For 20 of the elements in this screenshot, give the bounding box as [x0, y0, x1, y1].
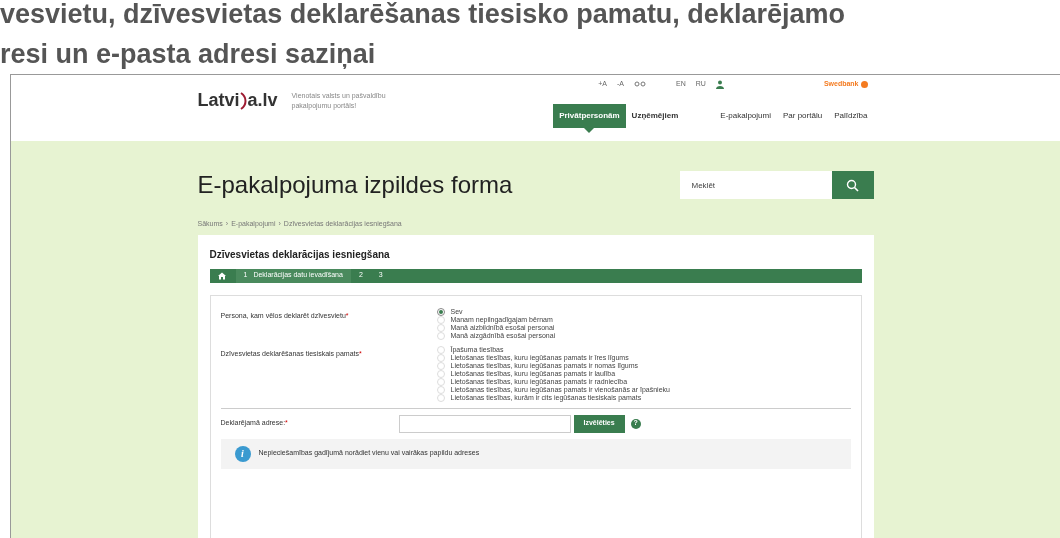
nav-link[interactable]: Palīdzība [828, 103, 874, 128]
article-heading: resi un e-pasta adresi saziņai [0, 38, 376, 71]
pointer-icon [584, 127, 595, 133]
search-icon [846, 178, 859, 192]
nav-link[interactable]: E-pakalpojumi [714, 103, 777, 128]
person-icon[interactable] [715, 79, 724, 89]
search-button[interactable] [831, 171, 874, 199]
glasses-icon[interactable] [634, 81, 646, 88]
home-icon[interactable] [217, 271, 226, 280]
nav-link[interactable]: Par portālu [777, 103, 829, 128]
audience-tab[interactable]: Uzņēmējiem [625, 103, 685, 128]
card-title: Dzīvesvietas deklarācijas iesniegšana [209, 247, 391, 262]
search-field[interactable]: Meklēt [679, 171, 832, 199]
address-field[interactable] [398, 414, 571, 433]
site-logo[interactable]: Latvi a.lv [197, 87, 278, 114]
info-icon: i [234, 445, 251, 462]
swoosh-icon [239, 91, 248, 110]
page-title: E-pakalpojuma izpildes forma [197, 170, 513, 200]
article-heading: vesvietu, dzīvesvietas deklarēšanas tiesisko pamatu, deklarējamo [0, 0, 845, 31]
radio-button[interactable] [436, 307, 445, 316]
